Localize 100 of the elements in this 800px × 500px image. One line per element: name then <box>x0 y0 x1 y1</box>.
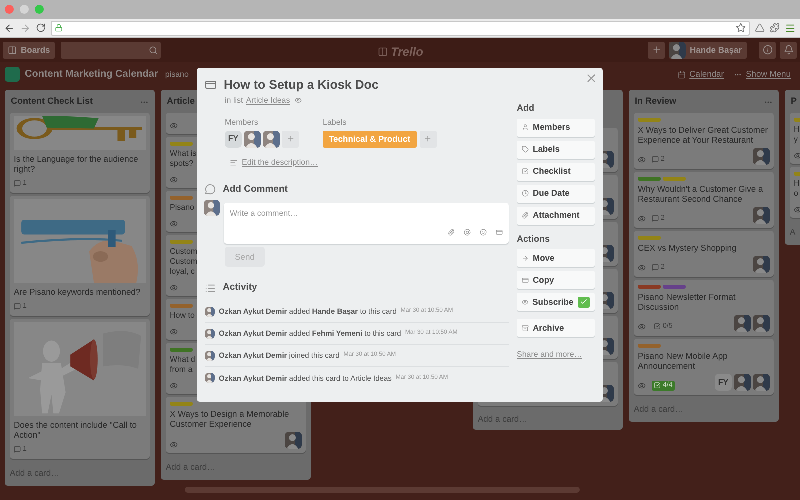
card-icon[interactable] <box>496 229 503 236</box>
avatar <box>205 306 215 317</box>
card[interactable]: X Ways to Design a Memorable Customer Experience <box>166 397 306 453</box>
avatar <box>734 315 751 332</box>
show-menu-link[interactable]: Show Menu <box>734 68 791 81</box>
plus-icon <box>652 45 662 55</box>
sidebar-button[interactable]: Checklist <box>517 162 595 180</box>
share-link[interactable]: Share and more… <box>517 349 582 361</box>
checklist-icon <box>522 168 529 175</box>
card-title: Pisano <box>170 203 194 213</box>
back-icon[interactable] <box>4 22 15 34</box>
sidebar-button[interactable]: Move <box>517 249 595 267</box>
sidebar-button[interactable]: Labels <box>517 140 595 158</box>
card-title: Custom <box>170 247 198 257</box>
window-close-button[interactable] <box>5 5 14 14</box>
avatar <box>205 350 215 361</box>
info-button[interactable] <box>759 42 776 58</box>
card-title: from a <box>170 365 193 375</box>
forward-icon[interactable] <box>20 22 31 34</box>
calendar-icon <box>678 70 686 78</box>
card-title: What d <box>170 355 196 365</box>
arrow-icon <box>522 254 529 262</box>
comment-icon <box>14 446 21 454</box>
card-title: CEX vs Mystery Shopping <box>638 243 738 253</box>
bell-icon <box>784 45 794 55</box>
lock-icon <box>55 24 63 32</box>
list-title: Content Check List <box>11 95 94 108</box>
emoji-icon[interactable] <box>480 229 487 236</box>
card-icon <box>205 79 217 92</box>
sidebar-button[interactable]: Attachment <box>517 206 595 224</box>
avatar <box>753 374 770 391</box>
add-member-button[interactable] <box>282 130 299 148</box>
avatar <box>753 256 770 273</box>
triangle-icon[interactable] <box>755 23 765 33</box>
sidebar-button[interactable]: Due Date <box>517 184 595 202</box>
edit-description-link[interactable]: Edit the description… <box>242 156 318 169</box>
address-field[interactable] <box>51 20 750 36</box>
reload-icon[interactable] <box>36 23 46 33</box>
list-link[interactable]: Article Ideas <box>246 94 290 107</box>
card-title: H <box>794 179 800 189</box>
avatar <box>204 200 220 216</box>
card-title: spots? <box>170 159 194 169</box>
section-title: Add <box>517 102 536 115</box>
members-label: Members <box>225 116 260 129</box>
mention-icon[interactable] <box>464 229 471 236</box>
section-title: Activity <box>223 281 258 295</box>
window-minimize-button[interactable] <box>20 5 29 14</box>
avatar <box>263 130 280 148</box>
card-title: y <box>794 135 798 145</box>
card[interactable]: H y <box>790 113 800 164</box>
card-title: Why Wouldn't a Customer Give a Restaurant Second Chance <box>638 184 764 204</box>
avatar <box>205 373 215 384</box>
info-icon <box>762 45 772 55</box>
label-tag[interactable]: Technical & Product <box>323 130 417 148</box>
bookmark-star-icon[interactable] <box>736 23 746 33</box>
avatar <box>205 328 215 339</box>
section-title: Actions <box>517 232 552 246</box>
card-title: Pisano Newsletter Format Discussion <box>638 292 737 312</box>
card-title: X Ways to Deliver Great Customer Experience at Your Restaurant <box>638 125 770 145</box>
card-title: o <box>794 189 798 199</box>
card-title: loyal, c <box>170 267 195 277</box>
boards-button[interactable]: Boards <box>3 42 56 58</box>
clock-icon <box>522 190 529 197</box>
card-title: H <box>794 125 800 135</box>
avatar <box>753 315 770 332</box>
card-title: How to <box>170 311 195 321</box>
tag-icon <box>522 146 529 153</box>
comment-icon <box>652 156 659 164</box>
card-title: Is the Language for the audience right? <box>14 154 140 174</box>
add-button[interactable] <box>648 42 666 58</box>
sidebar-button[interactable]: Copy <box>517 271 595 289</box>
board-title[interactable]: Content Marketing Calendar <box>25 67 158 82</box>
search-icon <box>149 46 158 54</box>
comment-icon <box>205 184 216 196</box>
team-name[interactable]: pisano <box>165 68 189 80</box>
card[interactable]: H o <box>790 167 800 218</box>
notifications-button[interactable] <box>780 42 797 58</box>
menu-icon[interactable] <box>785 22 796 34</box>
add-label-button[interactable] <box>420 130 437 148</box>
list-title: In Review <box>635 95 677 108</box>
labels-label: Labels <box>323 116 348 129</box>
logo[interactable]: Trello <box>378 43 424 61</box>
card-title: Custom <box>170 257 198 267</box>
card-title: Pisano New Mobile App Announcement <box>638 351 729 371</box>
sidebar-button[interactable]: Subscribe <box>517 293 595 311</box>
user-button[interactable]: Hande Başar <box>669 42 747 58</box>
sidebar-button[interactable]: Archive <box>517 319 595 337</box>
section-title: Add Comment <box>223 182 288 197</box>
search-field[interactable] <box>61 42 162 58</box>
comment-field[interactable]: Write a comment… <box>224 203 509 244</box>
calendar-link[interactable]: Calendar <box>678 68 724 81</box>
scrollbar[interactable] <box>185 487 580 493</box>
close-icon[interactable] <box>585 72 598 85</box>
sidebar-button[interactable]: Members <box>517 118 595 136</box>
activity-icon <box>205 282 216 294</box>
plus-icon <box>424 135 432 144</box>
puzzle-icon[interactable] <box>770 23 780 33</box>
list-info: in list <box>225 94 244 107</box>
attach-icon[interactable] <box>448 229 455 236</box>
comment-icon <box>652 264 659 272</box>
